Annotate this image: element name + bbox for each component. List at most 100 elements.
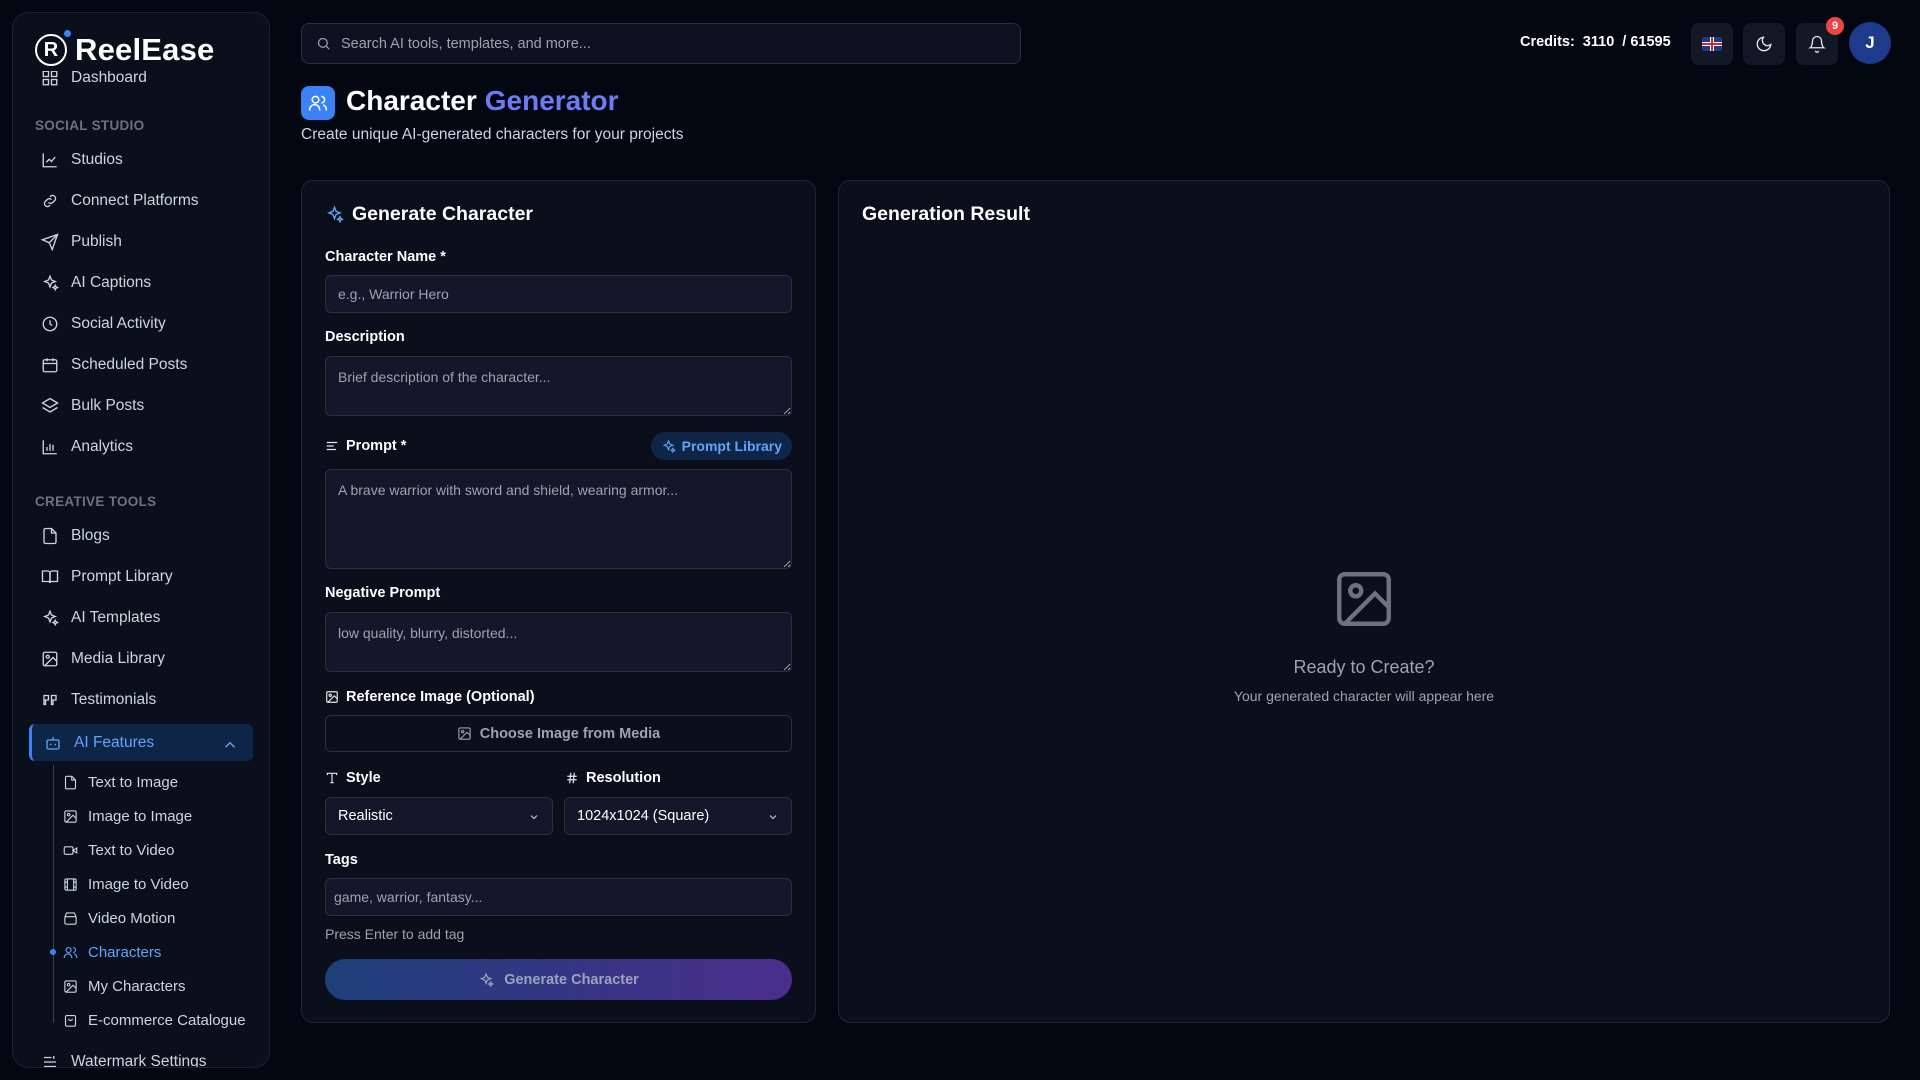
sidebar-item-connect-platforms[interactable]: Connect Platforms [13,180,269,221]
link-icon [43,194,57,207]
credits-display: Credits: 3110 / 61595 [1520,34,1671,50]
sidebar-item-bulk-posts[interactable]: Bulk Posts [13,385,269,426]
sidebar-item-image-to-video[interactable]: Image to Video [53,867,269,901]
page-title: Character Generator [346,85,619,117]
sidebar-item-label: Text to Video [88,841,175,859]
prompt-input[interactable] [325,469,792,569]
generate-character-button[interactable]: Generate Character [325,959,792,1000]
sidebar-item-label: Characters [88,943,162,961]
sidebar-nav: Dashboard SOCIAL STUDIO Studios Connect … [13,69,269,1068]
tags-input[interactable] [325,878,792,916]
sidebar-item-ecommerce-catalogue[interactable]: E-commerce Catalogue [53,1003,269,1037]
search-bar[interactable] [301,23,1021,64]
sidebar-item-media-library[interactable]: Media Library [13,638,269,679]
file-image-icon [64,775,77,789]
users-icon [63,946,78,958]
reference-image-label-text: Reference Image (Optional) [346,689,535,705]
sidebar-section-title: SOCIAL STUDIO [35,118,145,133]
style-label-text: Style [346,770,381,786]
book-icon [41,569,59,583]
hash-icon [567,772,577,784]
moon-icon [1756,36,1772,52]
sidebar-section-title: CREATIVE TOOLS [35,494,157,509]
sidebar-item-label: Testimonials [71,690,157,708]
character-name-label: Character Name * [325,249,446,265]
file-icon [43,527,57,544]
sidebar-item-video-motion[interactable]: Video Motion [53,901,269,935]
sidebar-item-text-to-image[interactable]: Text to Image [53,765,269,799]
page-subtitle: Create unique AI-generated characters fo… [301,126,684,143]
form-title-text: Generate Character [352,203,534,225]
style-select[interactable]: Realistic [325,797,553,835]
choose-image-button[interactable]: Choose Image from Media [325,715,792,752]
sparkles-icon [479,971,495,987]
sidebar-item-ai-templates[interactable]: AI Templates [13,597,269,638]
dashboard-icon [42,70,58,86]
negative-prompt-input[interactable] [325,612,792,672]
sidebar-item-my-characters[interactable]: My Characters [53,969,269,1003]
choose-image-label: Choose Image from Media [479,725,661,742]
sidebar-item-label: Analytics [71,437,134,455]
sidebar-item-label: Prompt Library [71,567,173,585]
generation-result-panel: Generation Result Ready to Create? Your … [838,180,1890,1023]
sidebar-item-text-to-video[interactable]: Text to Video [53,833,269,867]
empty-state-title: Ready to Create? [1293,657,1435,677]
sidebar-item-label: Studios [71,150,123,168]
sidebar-item-ai-captions[interactable]: AI Captions [13,262,269,303]
search-input[interactable] [341,35,941,52]
tags-hint: Press Enter to add tag [325,926,465,942]
bar-chart-icon [42,439,57,454]
page-title-main: Character [346,85,477,116]
sidebar-item-prompt-library[interactable]: Prompt Library [13,556,269,597]
sidebar-item-testimonials[interactable]: Testimonials [13,679,269,720]
page-title-accent: Generator [484,85,619,116]
sidebar-item-scheduled-posts[interactable]: Scheduled Posts [13,344,269,385]
sparkles-icon [327,205,344,224]
sidebar-item-social-activity[interactable]: Social Activity [13,303,269,344]
image-icon [458,727,471,740]
uk-flag-icon [1702,37,1722,51]
clock-icon [42,316,58,331]
language-button[interactable] [1691,23,1733,65]
notifications-button[interactable]: 9 [1796,17,1844,65]
empty-state: Ready to Create? Your generated characte… [839,566,1889,704]
calendar-clock-icon [42,357,58,372]
sidebar-item-image-to-image[interactable]: Image to Image [53,799,269,833]
form-title: Generate Character [325,203,533,226]
app-logo[interactable]: R ReelEase [35,29,265,71]
sidebar-item-studios[interactable]: Studios [13,139,269,180]
video-icon [63,845,78,855]
credits-used: 3110 [1582,34,1615,50]
clapperboard-icon [64,911,77,925]
sidebar-item-watermark-settings[interactable]: Watermark Settings [13,1041,269,1068]
sidebar-item-ai-features[interactable]: AI Features [29,724,253,761]
user-avatar[interactable]: J [1849,22,1891,64]
notification-badge: 9 [1826,17,1844,35]
sidebar-item-label: AI Captions [71,273,152,291]
sidebar-item-blogs[interactable]: Blogs [13,515,269,556]
theme-toggle-button[interactable] [1743,23,1785,65]
bell-icon [1808,35,1826,53]
prompt-label: Prompt * [325,438,406,454]
image-placeholder-icon [1337,572,1391,626]
resolution-select[interactable]: 1024x1024 (Square) [564,797,792,835]
sidebar-item-label: Image to Video [88,875,189,893]
studio-icon [42,152,57,167]
character-name-input[interactable] [325,275,792,313]
sidebar-item-label: Watermark Settings [71,1052,207,1068]
logo-icon: R [35,30,71,66]
image-icon [42,651,58,666]
negative-prompt-label: Negative Prompt [325,585,441,601]
sidebar-item-label: Social Activity [71,314,166,332]
empty-state-subtitle: Your generated character will appear her… [1233,688,1495,704]
prompt-library-button[interactable]: Prompt Library [650,432,792,460]
sidebar-item-label: Video Motion [88,909,176,927]
sidebar-item-analytics[interactable]: Analytics [13,426,269,467]
chevron-up-icon [225,741,235,748]
sidebar-item-publish[interactable]: Publish [13,221,269,262]
image-icon [64,809,77,823]
sidebar-item-characters[interactable]: Characters [50,935,269,969]
sidebar-item-label: Connect Platforms [71,191,199,209]
description-input[interactable] [325,356,792,416]
sidebar-item-label: Bulk Posts [71,396,145,414]
